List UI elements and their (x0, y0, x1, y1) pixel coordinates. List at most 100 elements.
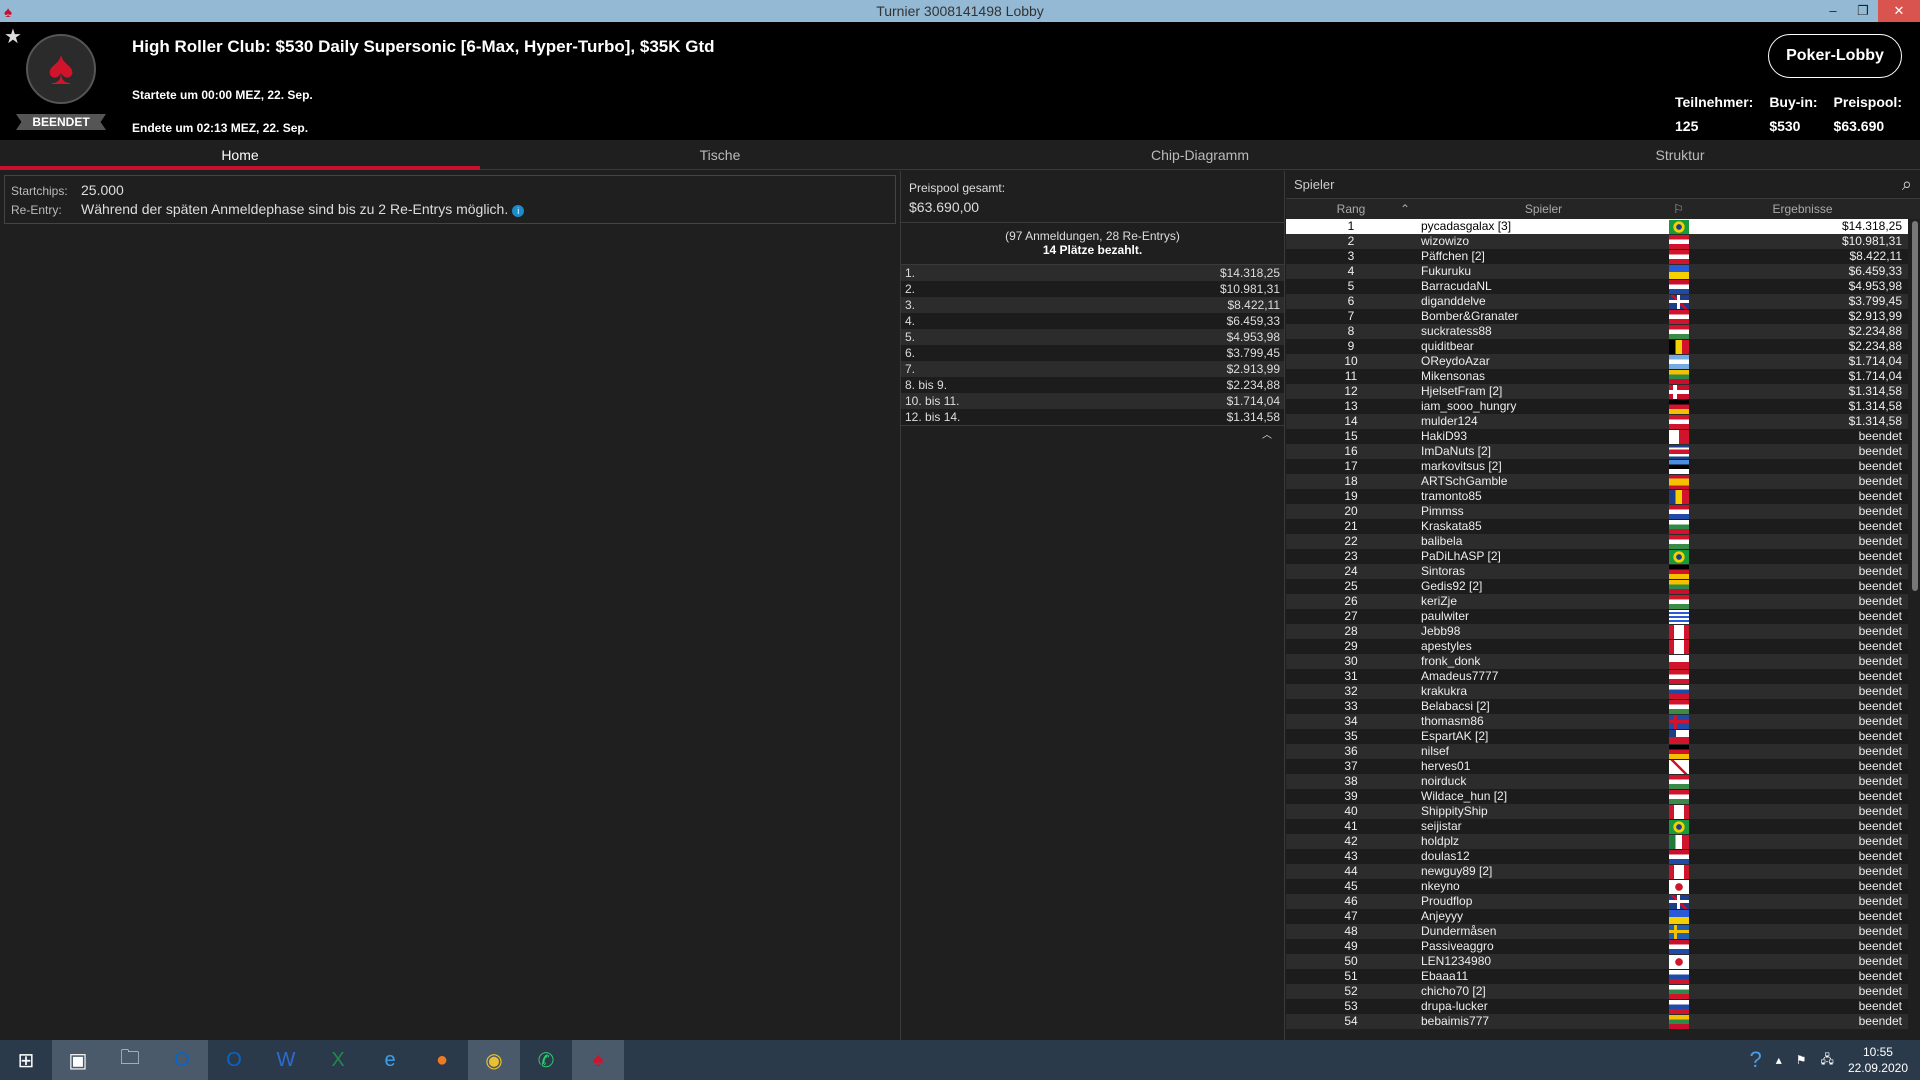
player-row[interactable]: 50 LEN1234980 beendet (1286, 954, 1908, 969)
tab-home[interactable]: Home (0, 140, 480, 170)
country-flag-icon (1668, 729, 1689, 744)
player-row[interactable]: 23 PaDiLhASP [2] beendet (1286, 549, 1908, 564)
player-row[interactable]: 15 HakiD93 beendet (1286, 429, 1908, 444)
player-row[interactable]: 28 Jebb98 beendet (1286, 624, 1908, 639)
player-row[interactable]: 30 fronk_donk beendet (1286, 654, 1908, 669)
chrome-icon[interactable]: ◉ (468, 1040, 520, 1080)
clock[interactable]: 10:55 22.09.2020 (1848, 1044, 1908, 1076)
poker-lobby-button[interactable]: Poker-Lobby (1768, 34, 1902, 78)
scrollbar[interactable] (1912, 221, 1918, 591)
tab-tables[interactable]: Tische (480, 140, 960, 169)
start-windows-icon[interactable]: ⊞ (0, 1040, 52, 1080)
excel-icon[interactable]: X (312, 1040, 364, 1080)
player-row[interactable]: 43 doulas12 beendet (1286, 849, 1908, 864)
player-row[interactable]: 12 HjelsetFram [2] $1.314,58 (1286, 384, 1908, 399)
player-row[interactable]: 16 ImDaNuts [2] beendet (1286, 444, 1908, 459)
player-row[interactable]: 18 ARTSchGamble beendet (1286, 474, 1908, 489)
favorite-star-icon[interactable]: ★ (4, 24, 22, 49)
player-row[interactable]: 5 BarracudaNL $4.953,98 (1286, 279, 1908, 294)
player-search[interactable]: Spieler ⌕ (1286, 171, 1920, 199)
player-row[interactable]: 7 Bomber&Granater $2.913,99 (1286, 309, 1908, 324)
player-result: beendet (1858, 939, 1902, 953)
player-row[interactable]: 26 keriZje beendet (1286, 594, 1908, 609)
player-row[interactable]: 19 tramonto85 beendet (1286, 489, 1908, 504)
player-result: beendet (1858, 594, 1902, 608)
player-row[interactable]: 39 Wildace_hun [2] beendet (1286, 789, 1908, 804)
player-row[interactable]: 35 EspartAK [2] beendet (1286, 729, 1908, 744)
player-row[interactable]: 31 Amadeus7777 beendet (1286, 669, 1908, 684)
player-row[interactable]: 25 Gedis92 [2] beendet (1286, 579, 1908, 594)
player-result: $3.799,45 (1848, 294, 1902, 308)
tray-expand-icon[interactable]: ▴ (1776, 1053, 1782, 1067)
col-rank[interactable]: Rang ⌃ (1286, 199, 1416, 219)
tab-chip-chart[interactable]: Chip-Diagramm (960, 140, 1440, 169)
file-explorer-icon[interactable]: 🗀 (104, 1040, 156, 1080)
player-row[interactable]: 4 Fukuruku $6.459,33 (1286, 264, 1908, 279)
player-row[interactable]: 37 herves01 beendet (1286, 759, 1908, 774)
info-icon[interactable]: i (512, 205, 525, 217)
player-row[interactable]: 54 bebaimis777 beendet (1286, 1014, 1908, 1029)
pokerstars-icon[interactable]: ♠ (572, 1040, 624, 1080)
player-row[interactable]: 33 Belabacsi [2] beendet (1286, 699, 1908, 714)
sort-asc-icon: ⌃ (1399, 202, 1410, 216)
player-row[interactable]: 38 noirduck beendet (1286, 774, 1908, 789)
player-row[interactable]: 13 iam_sooo_hungry $1.314,58 (1286, 399, 1908, 414)
player-row[interactable]: 24 Sintoras beendet (1286, 564, 1908, 579)
player-row[interactable]: 14 mulder124 $1.314,58 (1286, 414, 1908, 429)
player-result: $1.714,04 (1848, 354, 1902, 368)
outlook-icon[interactable]: O (208, 1040, 260, 1080)
player-row[interactable]: 22 balibela beendet (1286, 534, 1908, 549)
player-row[interactable]: 10 OReydoAzar $1.714,04 (1286, 354, 1908, 369)
player-result: $2.234,88 (1848, 324, 1902, 338)
outlook-icon[interactable]: O (156, 1040, 208, 1080)
player-row[interactable]: 29 apestyles beendet (1286, 639, 1908, 654)
player-row[interactable]: 27 paulwiter beendet (1286, 609, 1908, 624)
player-row[interactable]: 49 Passiveaggro beendet (1286, 939, 1908, 954)
startchips-label: Startchips: (11, 184, 68, 198)
player-row[interactable]: 9 quiditbear $2.234,88 (1286, 339, 1908, 354)
restore-button[interactable]: ❐ (1848, 0, 1878, 22)
close-button[interactable]: ✕ (1878, 0, 1920, 22)
prize-amount: $4.953,98 (1226, 330, 1280, 344)
network-icon[interactable]: 🖧 (1821, 1050, 1834, 1071)
player-row[interactable]: 2 wizowizo $10.981,31 (1286, 234, 1908, 249)
minimize-button[interactable]: – (1818, 0, 1848, 22)
player-row[interactable]: 3 Päffchen [2] $8.422,11 (1286, 249, 1908, 264)
player-row[interactable]: 40 ShippityShip beendet (1286, 804, 1908, 819)
player-row[interactable]: 32 krakukra beendet (1286, 684, 1908, 699)
action-center-flag-icon[interactable]: ⚑ (1796, 1053, 1807, 1067)
collapse-chevron-icon[interactable]: ︿ (901, 425, 1284, 441)
player-row[interactable]: 44 newguy89 [2] beendet (1286, 864, 1908, 879)
player-row[interactable]: 36 nilsef beendet (1286, 744, 1908, 759)
country-flag-icon (1668, 804, 1689, 819)
taskbar-app-icon[interactable]: ▣ (52, 1040, 104, 1080)
player-row[interactable]: 17 markovitsus [2] beendet (1286, 459, 1908, 474)
player-row[interactable]: 1 pycadasgalax [3] $14.318,25 (1286, 219, 1908, 234)
player-row[interactable]: 52 chicho70 [2] beendet (1286, 984, 1908, 999)
player-row[interactable]: 42 holdplz beendet (1286, 834, 1908, 849)
player-row[interactable]: 41 seijistar beendet (1286, 819, 1908, 834)
col-result[interactable]: Ergebnisse (1691, 199, 1920, 219)
player-result: beendet (1858, 504, 1902, 518)
firefox-icon[interactable]: ● (416, 1040, 468, 1080)
player-row[interactable]: 8 suckratess88 $2.234,88 (1286, 324, 1908, 339)
player-row[interactable]: 53 drupa-lucker beendet (1286, 999, 1908, 1014)
player-row[interactable]: 21 Kraskata85 beendet (1286, 519, 1908, 534)
player-row[interactable]: 51 Ebaaa11 beendet (1286, 969, 1908, 984)
internet-explorer-icon[interactable]: e (364, 1040, 416, 1080)
player-row[interactable]: 47 Anjeyyy beendet (1286, 909, 1908, 924)
col-country-flag-icon[interactable]: ⚐ (1666, 199, 1691, 219)
help-icon[interactable]: ? (1750, 1047, 1762, 1073)
player-row[interactable]: 20 Pimmss beendet (1286, 504, 1908, 519)
whatsapp-icon[interactable]: ✆ (520, 1040, 572, 1080)
col-player[interactable]: Spieler (1416, 199, 1666, 219)
search-icon[interactable]: ⌕ (1902, 174, 1912, 195)
player-row[interactable]: 46 Proudflop beendet (1286, 894, 1908, 909)
player-row[interactable]: 34 thomasm86 beendet (1286, 714, 1908, 729)
player-row[interactable]: 48 Dundermåsen beendet (1286, 924, 1908, 939)
tab-structure[interactable]: Struktur (1440, 140, 1920, 169)
player-row[interactable]: 45 nkeyno beendet (1286, 879, 1908, 894)
player-row[interactable]: 6 diganddelve $3.799,45 (1286, 294, 1908, 309)
word-icon[interactable]: W (260, 1040, 312, 1080)
player-row[interactable]: 11 Mikensonas $1.714,04 (1286, 369, 1908, 384)
